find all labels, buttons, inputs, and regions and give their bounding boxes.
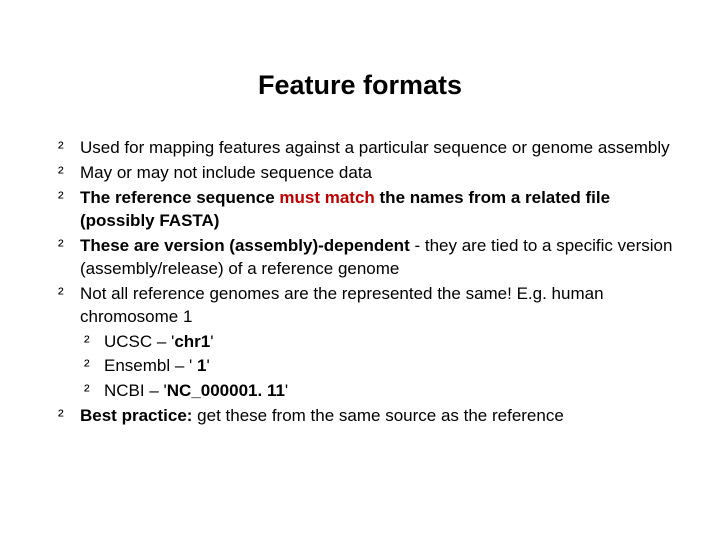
list-item: These are version (assembly)-dependent -…: [40, 235, 680, 281]
list-item: Used for mapping features against a part…: [40, 137, 680, 160]
list-item: Not all reference genomes are the repres…: [40, 283, 680, 404]
list-item: UCSC – 'chr1': [80, 331, 680, 354]
item-text: NCBI – ': [104, 381, 167, 400]
item-text-bold: These are version (assembly)-dependent: [80, 236, 410, 255]
item-text-bold: chr1: [174, 332, 210, 351]
item-text-bold: The reference sequence: [80, 188, 279, 207]
item-text: UCSC – ': [104, 332, 174, 351]
list-item: Best practice: get these from the same s…: [40, 405, 680, 428]
item-text-emphasis: must match: [279, 188, 374, 207]
item-text: Used for mapping features against a part…: [80, 138, 670, 157]
slide-title: Feature formats: [40, 70, 680, 101]
item-text-bold: Best practice:: [80, 406, 192, 425]
list-item: NCBI – 'NC_000001. 11': [80, 380, 680, 403]
list-item: Ensembl – ' 1': [80, 355, 680, 378]
list-item: The reference sequence must match the na…: [40, 187, 680, 233]
item-text-bold: 1: [192, 356, 206, 375]
list-item: May or may not include sequence data: [40, 162, 680, 185]
item-text: get these from the same source as the re…: [192, 406, 563, 425]
bullet-list: Used for mapping features against a part…: [40, 137, 680, 428]
item-text: Ensembl – ': [104, 356, 192, 375]
item-text: ': [206, 356, 209, 375]
sub-list: UCSC – 'chr1' Ensembl – ' 1' NCBI – 'NC_…: [80, 331, 680, 404]
item-text: May or may not include sequence data: [80, 163, 372, 182]
item-text: ': [285, 381, 288, 400]
item-text: Not all reference genomes are the repres…: [80, 284, 604, 326]
item-text-bold: NC_000001. 11: [167, 381, 285, 400]
item-text: ': [210, 332, 213, 351]
